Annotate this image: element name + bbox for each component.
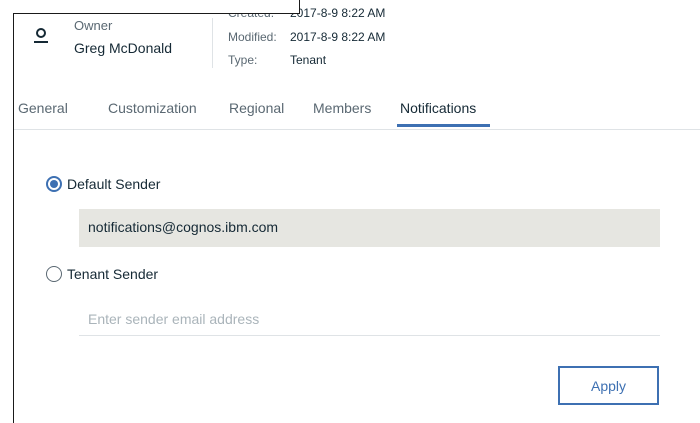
tenant-sender-email-input[interactable] <box>79 308 660 336</box>
meta-created-value: 2017-8-9 8:22 AM <box>290 6 386 20</box>
tab-notifications[interactable]: Notifications <box>400 100 476 116</box>
panel-left-border <box>13 0 14 423</box>
owner-name: Greg McDonald <box>74 40 173 56</box>
meta-modified-label: Modified: <box>228 30 277 44</box>
tab-regional[interactable]: Regional <box>229 100 284 116</box>
default-sender-option[interactable]: Default Sender <box>46 176 160 192</box>
tab-general[interactable]: General <box>18 100 68 116</box>
overlapping-header-bar <box>13 0 300 14</box>
owner-label: Owner <box>74 18 113 33</box>
tab-customization[interactable]: Customization <box>108 100 197 116</box>
meta-modified: Modified: 2017-8-9 8:22 AM <box>228 30 385 44</box>
meta-type: Type: Tenant <box>228 53 326 67</box>
default-sender-radio[interactable] <box>46 176 62 192</box>
tenant-sender-label: Tenant Sender <box>67 266 159 282</box>
tenant-sender-option[interactable]: Tenant Sender <box>46 266 158 282</box>
active-tab-indicator <box>397 124 490 127</box>
tab-members[interactable]: Members <box>313 100 371 116</box>
default-sender-email: notifications@cognos.ibm.com <box>79 209 660 247</box>
tenant-properties-panel: Owner Greg McDonald Created:2017-8-9 8:2… <box>0 0 700 423</box>
meta-modified-value: 2017-8-9 8:22 AM <box>290 30 386 44</box>
tabs-divider <box>14 129 700 130</box>
apply-button[interactable]: Apply <box>558 366 659 405</box>
tenant-sender-radio[interactable] <box>46 266 62 282</box>
meta-type-value: Tenant <box>290 53 327 67</box>
meta-type-label: Type: <box>228 53 258 67</box>
meta-divider <box>212 18 213 68</box>
user-icon <box>33 28 49 46</box>
default-sender-label: Default Sender <box>67 176 161 192</box>
